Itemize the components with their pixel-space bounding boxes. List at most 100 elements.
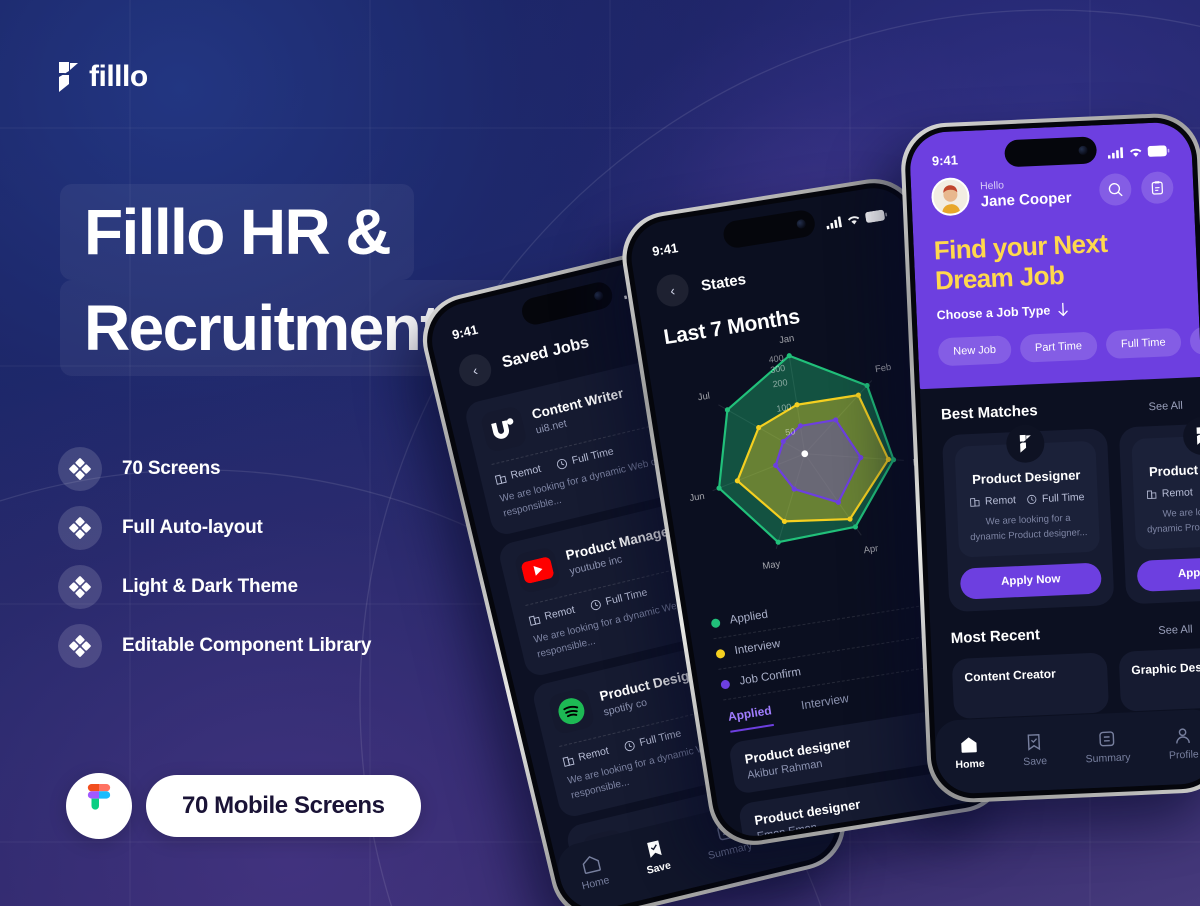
brand-name: filllo <box>89 60 148 93</box>
recent-card[interactable]: Content Creator <box>951 652 1110 719</box>
diamond-cluster-icon <box>58 447 102 491</box>
job-type-label: Full Time <box>1041 491 1085 506</box>
job-match-card[interactable]: Product Designer Remot Full Time We are … <box>941 424 1115 612</box>
diamond-cluster-icon <box>58 624 102 668</box>
status-indicators <box>1107 144 1170 159</box>
headline-line-1: Filllo HR & <box>60 184 414 280</box>
recent-card-title: Content Creator <box>964 666 1057 685</box>
job-type-tag: Full Time <box>1027 491 1085 506</box>
job-location-label: Remot <box>509 462 543 482</box>
job-match-inner: Product Designer Remot Full Time We are … <box>954 424 1101 558</box>
nav-label: Summary <box>1085 750 1131 765</box>
job-match-inner: Product Designer Remot Full Time We are … <box>1131 416 1200 550</box>
svg-text:Jul: Jul <box>697 390 711 403</box>
svg-text:50: 50 <box>785 426 796 437</box>
feature-item: Light & Dark Theme <box>58 565 371 609</box>
svg-text:Jun: Jun <box>689 490 706 503</box>
best-matches-list: Product Designer Remot Full Time We are … <box>921 412 1200 613</box>
job-match-card[interactable]: Product Designer Remot Full Time We are … <box>1118 416 1200 605</box>
nav-item-profile[interactable]: Profile <box>1168 725 1199 761</box>
filllo-bolt-icon <box>1005 424 1045 464</box>
building-icon <box>494 474 507 485</box>
home-hero: 9:41 Hello Jane Cooper Find your Next Dr… <box>908 121 1200 390</box>
cellular-icon <box>826 215 842 229</box>
apply-now-button[interactable]: Apply Now <box>959 562 1102 600</box>
home-greeting-block: Hello Jane Cooper <box>980 176 1072 210</box>
tab-interview[interactable]: Interview <box>800 691 851 721</box>
nav-item-save[interactable]: Save <box>640 837 673 877</box>
front-camera-icon <box>1078 145 1088 156</box>
figma-logo-badge <box>66 773 132 839</box>
svg-text:Feb: Feb <box>874 361 892 374</box>
brand-logo: filllo <box>56 60 148 94</box>
building-icon <box>970 498 980 507</box>
job-location-tag: Remot <box>562 745 610 768</box>
nav-item-home[interactable]: Home <box>954 734 985 771</box>
job-type-label: Full Time <box>570 445 615 467</box>
job-type-chips: New Job Part Time Full Time Work from ho… <box>937 322 1200 367</box>
job-location-tag: Remot <box>1147 487 1193 501</box>
phone-mockup-home: 9:41 Hello Jane Cooper Find your Next Dr… <box>899 111 1200 805</box>
legend-dot-applied <box>710 617 721 628</box>
chevron-left-icon[interactable]: ‹ <box>654 272 691 309</box>
nav-label: Profile <box>1168 747 1199 762</box>
recent-card[interactable]: Graphic Designer <box>1118 644 1200 712</box>
arrow-down-icon <box>1058 302 1068 317</box>
feature-item: 70 Screens <box>58 447 371 491</box>
best-matches-see-all[interactable]: See All <box>1148 400 1183 413</box>
svg-text:Apr: Apr <box>863 542 879 555</box>
job-location-label: Remot <box>1161 486 1194 501</box>
chip-new-job[interactable]: New Job <box>937 335 1012 367</box>
legend-label: Job Confirm <box>738 666 802 688</box>
states-header-title: States <box>699 270 748 295</box>
search-icon[interactable] <box>1098 172 1133 207</box>
person-icon <box>1176 727 1191 743</box>
figma-logo-icon <box>87 784 111 810</box>
feature-label: Editable Component Library <box>122 635 372 656</box>
tab-applied[interactable]: Applied <box>726 703 774 733</box>
clipboard-icon[interactable] <box>1140 170 1174 205</box>
home-icon <box>582 855 601 874</box>
front-camera-icon <box>593 290 605 302</box>
recent-card-title: Graphic Designer <box>1131 658 1200 678</box>
user-avatar[interactable] <box>930 176 971 217</box>
nav-item-summary[interactable]: Summary <box>1084 728 1131 765</box>
job-type-label: Full Time <box>604 586 649 608</box>
apply-now-button[interactable]: Apply Now <box>1136 554 1200 592</box>
job-card-text: Product Manager youtube inc <box>564 522 678 578</box>
legend-label: Applied <box>728 608 769 627</box>
chevron-left-icon[interactable]: ‹ <box>455 350 495 390</box>
nav-item-home[interactable]: Home <box>575 851 611 892</box>
screens-count-pill[interactable]: 70 Mobile Screens <box>146 775 421 837</box>
job-match-title: Product Designer <box>971 467 1081 488</box>
feature-item: Full Auto-layout <box>58 506 371 550</box>
job-location-label: Remot <box>984 494 1017 508</box>
wifi-icon <box>847 215 860 224</box>
chip-work-from-home[interactable]: Work from home <box>1188 322 1200 356</box>
nav-label: Save <box>645 858 673 877</box>
feature-list: 70 Screens Full Auto-layout Light & Dark… <box>58 447 371 683</box>
job-match-title: Product Designer <box>1148 460 1200 480</box>
diamond-cluster-icon <box>58 506 102 550</box>
nav-item-save[interactable]: Save <box>1022 732 1047 768</box>
ui8-logo-icon <box>479 405 528 454</box>
svg-text:May: May <box>762 558 782 572</box>
chip-full-time[interactable]: Full Time <box>1105 328 1182 360</box>
summary-icon <box>1099 730 1115 746</box>
battery-icon <box>865 209 888 223</box>
dynamic-island <box>1004 136 1098 168</box>
clock-icon <box>1027 495 1037 505</box>
job-location-label: Remot <box>543 603 577 623</box>
job-location-tag: Remot <box>528 604 576 627</box>
building-icon <box>528 615 541 626</box>
chip-part-time[interactable]: Part Time <box>1019 331 1098 364</box>
most-recent-see-all[interactable]: See All <box>1158 623 1193 636</box>
job-match-description: We are looking for a dynamic Product des… <box>1146 505 1200 535</box>
job-match-description: We are looking for a dynamic Product des… <box>969 513 1088 543</box>
clock-icon <box>556 458 567 469</box>
spotify-logo-icon <box>547 687 596 736</box>
building-icon <box>1147 490 1157 500</box>
status-indicators <box>825 208 888 229</box>
bottom-nav-bar: Home Save Summary Profile <box>934 708 1200 795</box>
feature-label: Full Auto-layout <box>122 517 263 538</box>
